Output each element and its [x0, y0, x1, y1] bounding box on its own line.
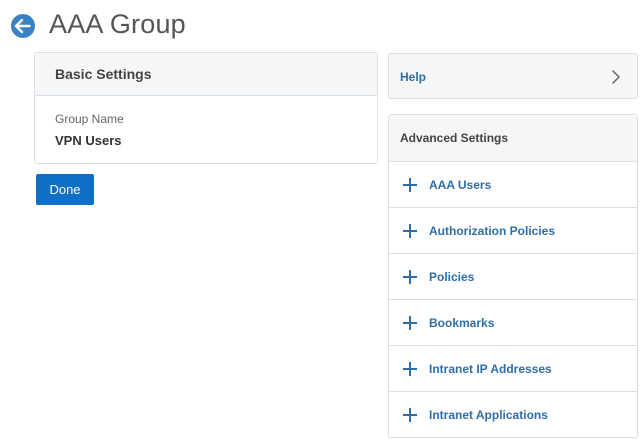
basic-settings-heading: Basic Settings [35, 53, 377, 96]
page-header: AAA Group [0, 0, 644, 52]
advanced-item-intranet-applications[interactable]: Intranet Applications [389, 392, 637, 438]
advanced-item-label: Policies [429, 270, 475, 284]
advanced-item-bookmarks[interactable]: Bookmarks [389, 300, 637, 346]
plus-icon [403, 270, 417, 284]
advanced-item-aaa-users[interactable]: AAA Users [389, 162, 637, 208]
plus-icon [403, 178, 417, 192]
advanced-item-label: Intranet Applications [429, 408, 548, 422]
plus-icon [403, 362, 417, 376]
advanced-settings-heading: Advanced Settings [389, 115, 637, 162]
advanced-item-authorization-policies[interactable]: Authorization Policies [389, 208, 637, 254]
group-name-label: Group Name [55, 112, 124, 126]
help-panel[interactable]: Help [388, 53, 638, 99]
help-label: Help [400, 70, 427, 84]
arrow-left-icon [14, 18, 31, 34]
done-button[interactable]: Done [36, 174, 94, 205]
advanced-item-policies[interactable]: Policies [389, 254, 637, 300]
advanced-item-label: AAA Users [429, 178, 492, 192]
plus-icon [403, 224, 417, 238]
chevron-right-icon [612, 70, 620, 84]
advanced-item-intranet-ip-addresses[interactable]: Intranet IP Addresses [389, 346, 637, 392]
advanced-item-label: Authorization Policies [429, 224, 556, 238]
plus-icon [403, 408, 417, 422]
advanced-item-label: Bookmarks [429, 316, 495, 330]
page-title: AAA Group [49, 9, 186, 39]
basic-settings-panel: Basic Settings Group Name VPN Users [34, 52, 378, 164]
back-button[interactable] [11, 14, 35, 38]
advanced-settings-panel: Advanced Settings AAA Users Authorizatio… [388, 114, 638, 438]
advanced-item-label: Intranet IP Addresses [429, 362, 552, 376]
plus-icon [403, 316, 417, 330]
group-name-value: VPN Users [55, 133, 122, 148]
